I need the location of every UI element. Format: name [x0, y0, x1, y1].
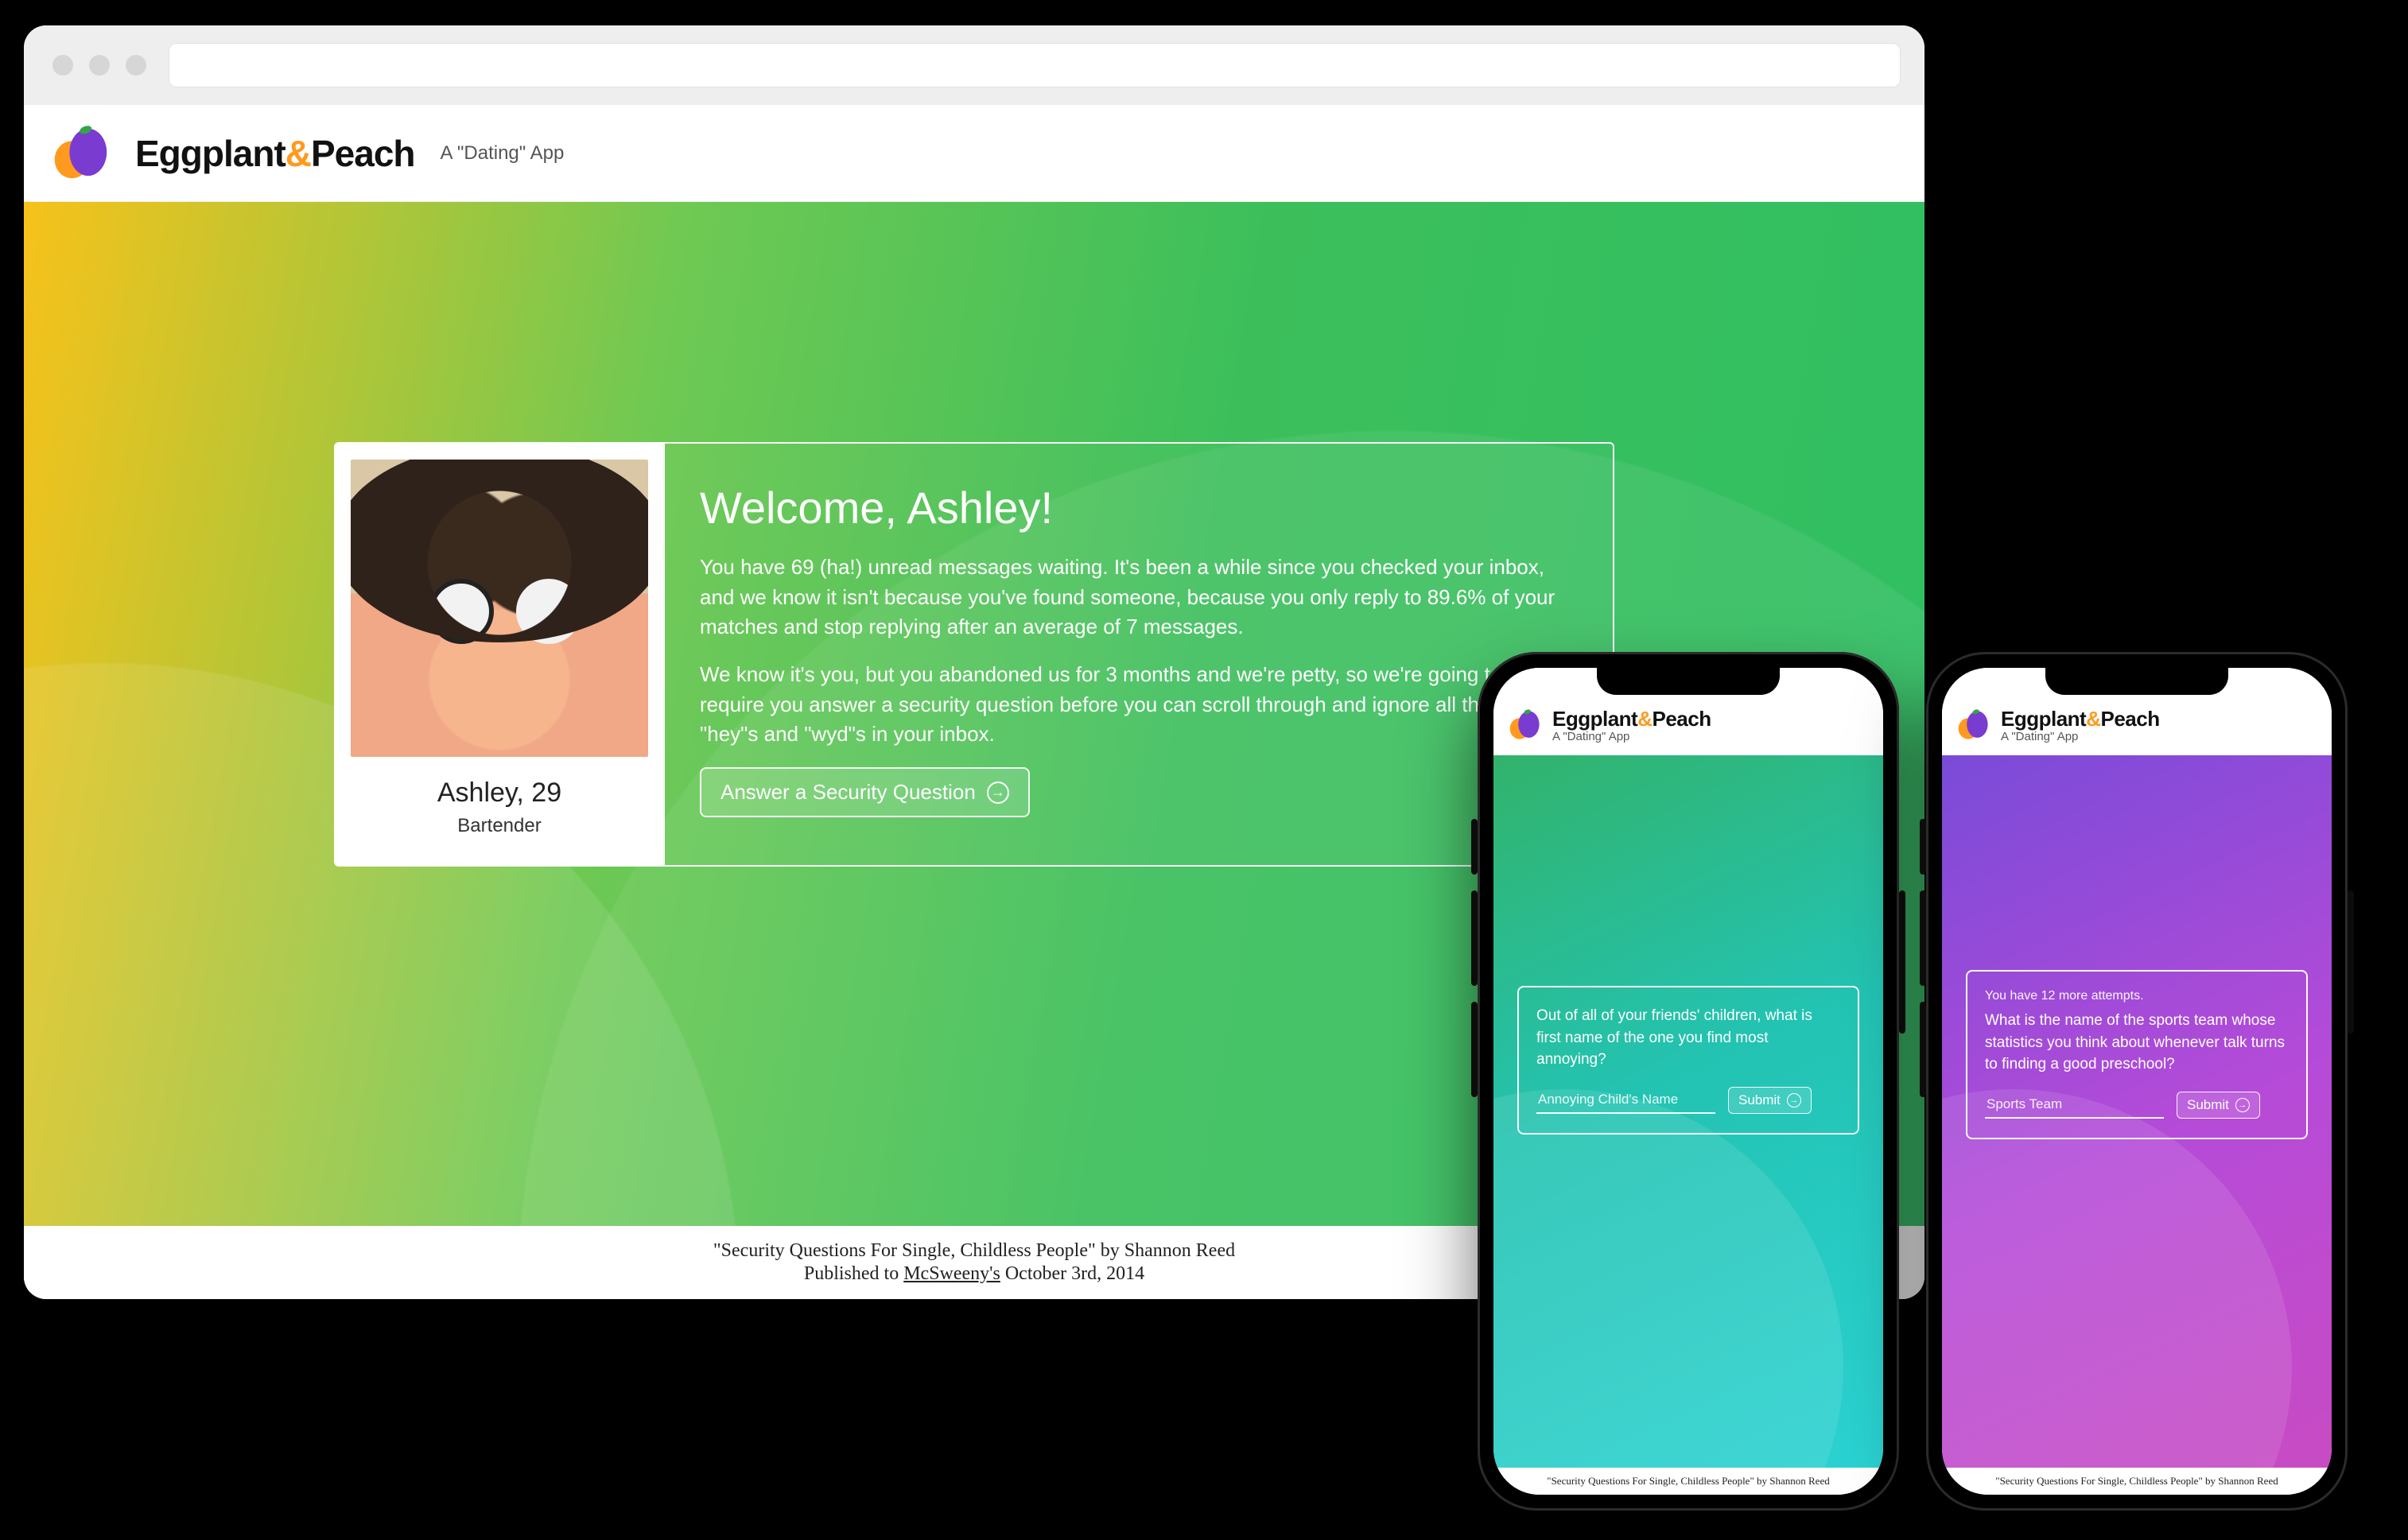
- brand-pre: Eggplant: [135, 133, 285, 174]
- submit-button[interactable]: Submit →: [1728, 1087, 1812, 1114]
- security-question-text: Out of all of your friends' children, wh…: [1536, 1005, 1840, 1071]
- app-brand: Eggplant&Peach: [2001, 708, 2160, 729]
- phone-side-button: [1920, 819, 1926, 875]
- app-logo-icon: [1956, 708, 1991, 743]
- attempts-remaining: You have 12 more attempts.: [1985, 989, 2289, 1003]
- footer-link[interactable]: McSweeny's: [903, 1263, 1000, 1284]
- welcome-paragraph-1: You have 69 (ha!) unread messages waitin…: [700, 553, 1568, 642]
- phone-screen: Eggplant&Peach A "Dating" App You have 1…: [1942, 668, 2332, 1495]
- brand-post: Peach: [311, 133, 415, 174]
- arrow-right-circle-icon: →: [1787, 1093, 1801, 1107]
- app-header: Eggplant&Peach A "Dating" App: [24, 105, 1924, 202]
- profile-occupation: Bartender: [457, 815, 541, 837]
- arrow-right-circle-icon: →: [2235, 1098, 2250, 1112]
- phone-footer: "Security Questions For Single, Childles…: [1942, 1468, 2332, 1495]
- profile-avatar: [351, 460, 648, 757]
- phone-side-button: [1920, 1002, 1926, 1097]
- decorative-blob: [1493, 1089, 1843, 1468]
- welcome-card: Ashley, 29 Bartender Welcome, Ashley! Yo…: [334, 442, 1614, 867]
- phone-footer: "Security Questions For Single, Childles…: [1493, 1468, 1883, 1495]
- app-brand: Eggplant&Peach: [135, 132, 415, 175]
- phone-side-button: [1920, 890, 1926, 986]
- security-answer-input[interactable]: [1536, 1088, 1715, 1114]
- phone-side-button: [1471, 1002, 1478, 1097]
- security-question-text: What is the name of the sports team whos…: [1985, 1010, 2289, 1076]
- profile-name-age: Ashley, 29: [437, 778, 561, 809]
- footer-pre: Published to: [804, 1263, 903, 1284]
- security-answer-input[interactable]: [1985, 1093, 2164, 1119]
- footer-line-1: "Security Questions For Single, Childles…: [713, 1240, 1235, 1262]
- app-tagline: A "Dating" App: [441, 142, 565, 165]
- window-close-dot[interactable]: [52, 55, 73, 76]
- phone-screen: Eggplant&Peach A "Dating" App Out of all…: [1493, 668, 1883, 1495]
- phone-notch: [2045, 668, 2228, 695]
- window-controls[interactable]: [48, 55, 146, 76]
- arrow-right-circle-icon: →: [987, 782, 1009, 804]
- profile-column: Ashley, 29 Bartender: [336, 444, 665, 865]
- app-logo-icon: [1508, 708, 1543, 743]
- app-brand: Eggplant&Peach: [1552, 708, 1711, 729]
- phone-footer-text: "Security Questions For Single, Childles…: [1995, 1475, 2278, 1488]
- security-question-card: You have 12 more attempts. What is the n…: [1966, 970, 2308, 1139]
- hero-area: Out of all of your friends' children, wh…: [1493, 755, 1883, 1468]
- phone-notch: [1597, 668, 1780, 695]
- welcome-paragraph-2: We know it's you, but you abandoned us f…: [700, 660, 1568, 750]
- hero-area: You have 12 more attempts. What is the n…: [1942, 755, 2332, 1468]
- footer-line-2: Published to McSweeny's October 3rd, 201…: [804, 1263, 1144, 1285]
- submit-label: Submit: [1738, 1092, 1781, 1108]
- decorative-blob: [1942, 1089, 2292, 1468]
- phone-side-button: [1899, 890, 1905, 1034]
- welcome-body: Welcome, Ashley! You have 69 (ha!) unrea…: [665, 444, 1613, 865]
- window-minimize-dot[interactable]: [89, 55, 110, 76]
- brand-amp: &: [285, 133, 311, 174]
- footer-post: October 3rd, 2014: [1000, 1263, 1144, 1284]
- phone-side-button: [1471, 890, 1478, 986]
- address-bar[interactable]: [169, 43, 1901, 87]
- welcome-title: Welcome, Ashley!: [700, 482, 1568, 533]
- app-logo-icon: [51, 122, 113, 184]
- window-zoom-dot[interactable]: [126, 55, 146, 76]
- phone-mockup-purple: Eggplant&Peach A "Dating" App You have 1…: [1926, 652, 2348, 1511]
- app-tagline: A "Dating" App: [1552, 731, 1711, 743]
- app-tagline: A "Dating" App: [2001, 731, 2160, 743]
- phone-side-button: [1471, 819, 1478, 875]
- browser-chrome: [24, 25, 1924, 105]
- phone-footer-text: "Security Questions For Single, Childles…: [1547, 1475, 1829, 1488]
- answer-security-question-button[interactable]: Answer a Security Question →: [700, 767, 1030, 817]
- cta-label: Answer a Security Question: [720, 780, 976, 805]
- phone-side-button: [2348, 890, 2354, 1034]
- security-question-card: Out of all of your friends' children, wh…: [1517, 986, 1859, 1135]
- submit-label: Submit: [2187, 1097, 2229, 1113]
- phone-mockup-teal: Eggplant&Peach A "Dating" App Out of all…: [1478, 652, 1899, 1511]
- submit-button[interactable]: Submit →: [2177, 1092, 2260, 1119]
